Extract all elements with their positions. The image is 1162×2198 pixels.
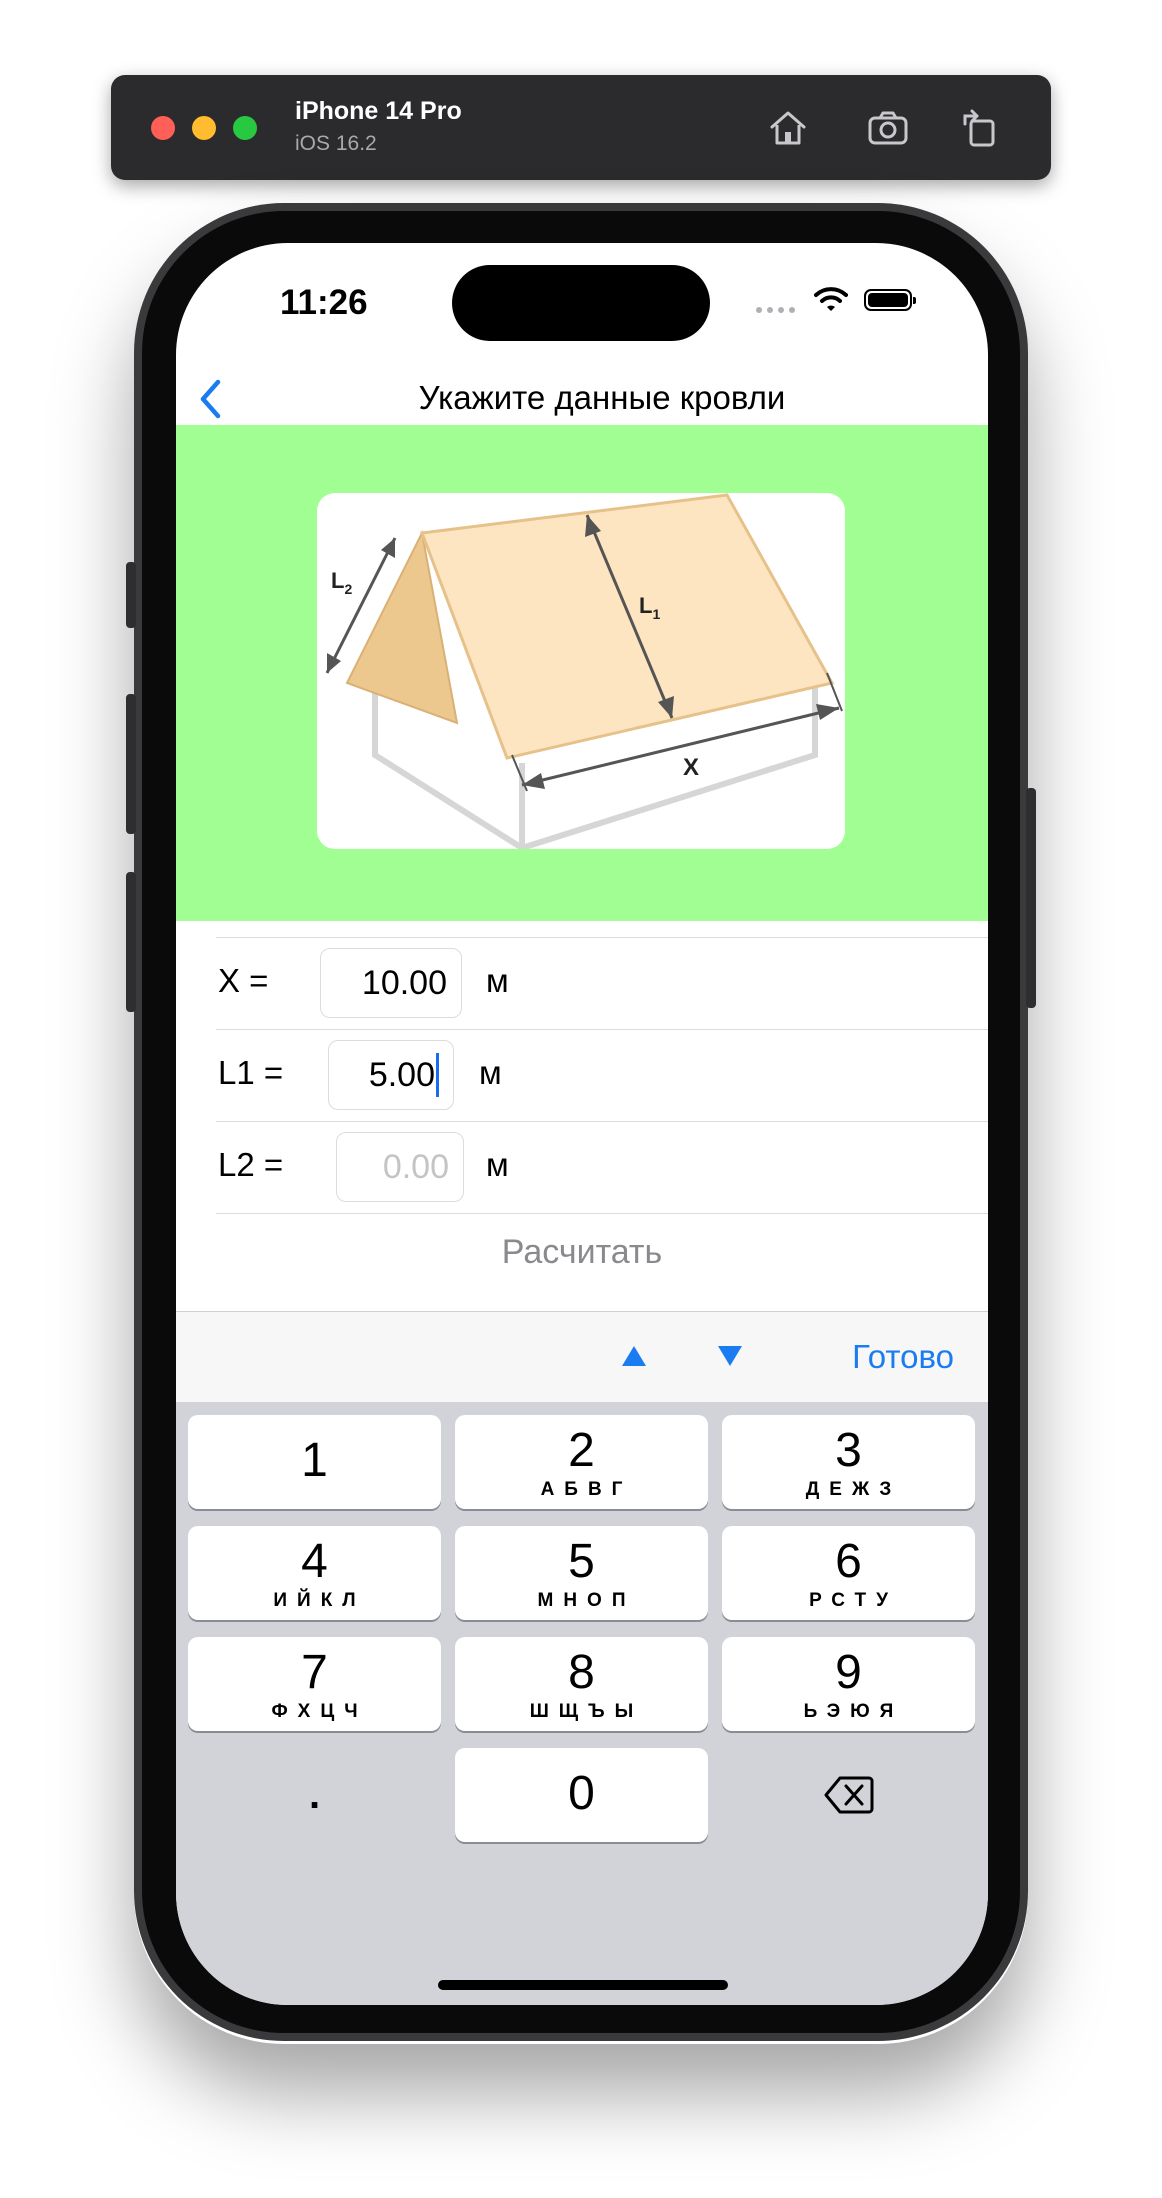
key-3-letters: ДЕЖЗ	[805, 1479, 902, 1500]
zoom-window-button[interactable]	[233, 116, 257, 140]
key-9[interactable]: 9 ЬЭЮЯ	[722, 1637, 975, 1731]
key-5-number: 5	[568, 1535, 595, 1588]
phone-screen: 11:26 Укажите данные кровли L2 L1 X X = …	[176, 243, 988, 2005]
l1-input[interactable]: 5.00	[328, 1040, 454, 1110]
x-input[interactable]: 10.00	[320, 948, 462, 1018]
screenshot-icon[interactable]	[863, 103, 913, 153]
l1-input-value: 5.00	[368, 1056, 435, 1094]
key-2[interactable]: 2 АБВГ	[455, 1415, 708, 1509]
key-decimal[interactable]: .	[188, 1748, 441, 1842]
os-version: iOS 16.2	[295, 132, 377, 155]
row-divider	[216, 1213, 988, 1214]
silent-switch	[126, 562, 136, 628]
triangle-up-icon[interactable]	[614, 1336, 654, 1376]
dynamic-island	[452, 265, 710, 341]
backspace-icon[interactable]	[722, 1748, 975, 1842]
key-3-number: 3	[835, 1424, 862, 1477]
rotate-icon[interactable]	[954, 103, 1004, 153]
x-label: X	[683, 754, 699, 781]
row-l2-unit: м	[486, 1146, 509, 1183]
key-6[interactable]: 6 РСТУ	[722, 1526, 975, 1620]
key-5[interactable]: 5 МНОП	[455, 1526, 708, 1620]
row-x-label: X =	[218, 962, 269, 999]
l2-input[interactable]: 0.00	[336, 1132, 464, 1202]
cellular-signal-icon	[756, 307, 795, 313]
roof-diagram-svg: L2 L1 X	[325, 493, 843, 849]
text-caret	[436, 1053, 439, 1098]
key-9-letters: ЬЭЮЯ	[803, 1701, 904, 1722]
roof-diagram: L2 L1 X	[317, 493, 845, 849]
battery-icon	[864, 289, 916, 311]
page-title: Укажите данные кровли	[418, 379, 786, 416]
key-8-number: 8	[568, 1646, 595, 1699]
volume-down-button	[126, 872, 136, 1012]
row-l2-label: L2 =	[218, 1146, 284, 1183]
volume-up-button	[126, 694, 136, 834]
key-2-number: 2	[568, 1424, 595, 1477]
power-button	[1026, 788, 1036, 1008]
key-9-number: 9	[835, 1646, 862, 1699]
key-6-number: 6	[835, 1535, 862, 1588]
home-indicator	[438, 1980, 728, 1990]
close-window-button[interactable]	[151, 116, 175, 140]
row-l1-unit: м	[479, 1054, 502, 1091]
row-x: X = 10.00 м	[216, 937, 988, 1030]
minimize-window-button[interactable]	[192, 116, 216, 140]
row-l1-label: L1 =	[218, 1054, 284, 1091]
key-0-number: 0	[568, 1767, 595, 1820]
diagram-panel: L2 L1 X	[176, 425, 988, 921]
wifi-icon	[814, 287, 848, 311]
key-8[interactable]: 8 ШЩЪЫ	[455, 1637, 708, 1731]
key-3[interactable]: 3 ДЕЖЗ	[722, 1415, 975, 1509]
status-time: 11:26	[280, 283, 368, 322]
device-name: iPhone 14 Pro	[295, 97, 462, 125]
row-x-unit: м	[486, 962, 509, 999]
key-1[interactable]: 1	[188, 1415, 441, 1509]
key-4[interactable]: 4 ИЙКЛ	[188, 1526, 441, 1620]
decimal-keypad: 1 2 АБВГ 3 ДЕЖЗ 4 ИЙКЛ 5 МНОП 6 РСТУ 7 Ф…	[176, 1402, 988, 2005]
simulator-toolbar: iPhone 14 Pro iOS 16.2	[111, 75, 1051, 180]
row-l1: L1 = 5.00 м	[216, 1029, 988, 1122]
key-8-letters: ШЩЪЫ	[529, 1701, 644, 1722]
key-0[interactable]: 0	[455, 1748, 708, 1842]
keyboard-toolbar: Готово	[176, 1312, 988, 1402]
triangle-down-icon[interactable]	[710, 1336, 750, 1376]
key-7[interactable]: 7 ФХЦЧ	[188, 1637, 441, 1731]
key-7-letters: ФХЦЧ	[271, 1701, 368, 1722]
key-6-letters: РСТУ	[809, 1590, 898, 1611]
l2-label: L2	[331, 568, 352, 597]
key-7-number: 7	[301, 1646, 328, 1699]
key-5-letters: МНОП	[537, 1590, 636, 1611]
key-1-number: 1	[301, 1434, 328, 1487]
row-l2: L2 = 0.00 м	[216, 1121, 988, 1214]
key-4-number: 4	[301, 1535, 328, 1588]
calculate-button[interactable]: Расчитать	[176, 1233, 988, 1272]
done-button[interactable]: Готово	[852, 1338, 954, 1376]
key-2-letters: АБВГ	[540, 1479, 633, 1500]
key-4-letters: ИЙКЛ	[273, 1590, 366, 1611]
home-icon[interactable]	[763, 103, 813, 153]
